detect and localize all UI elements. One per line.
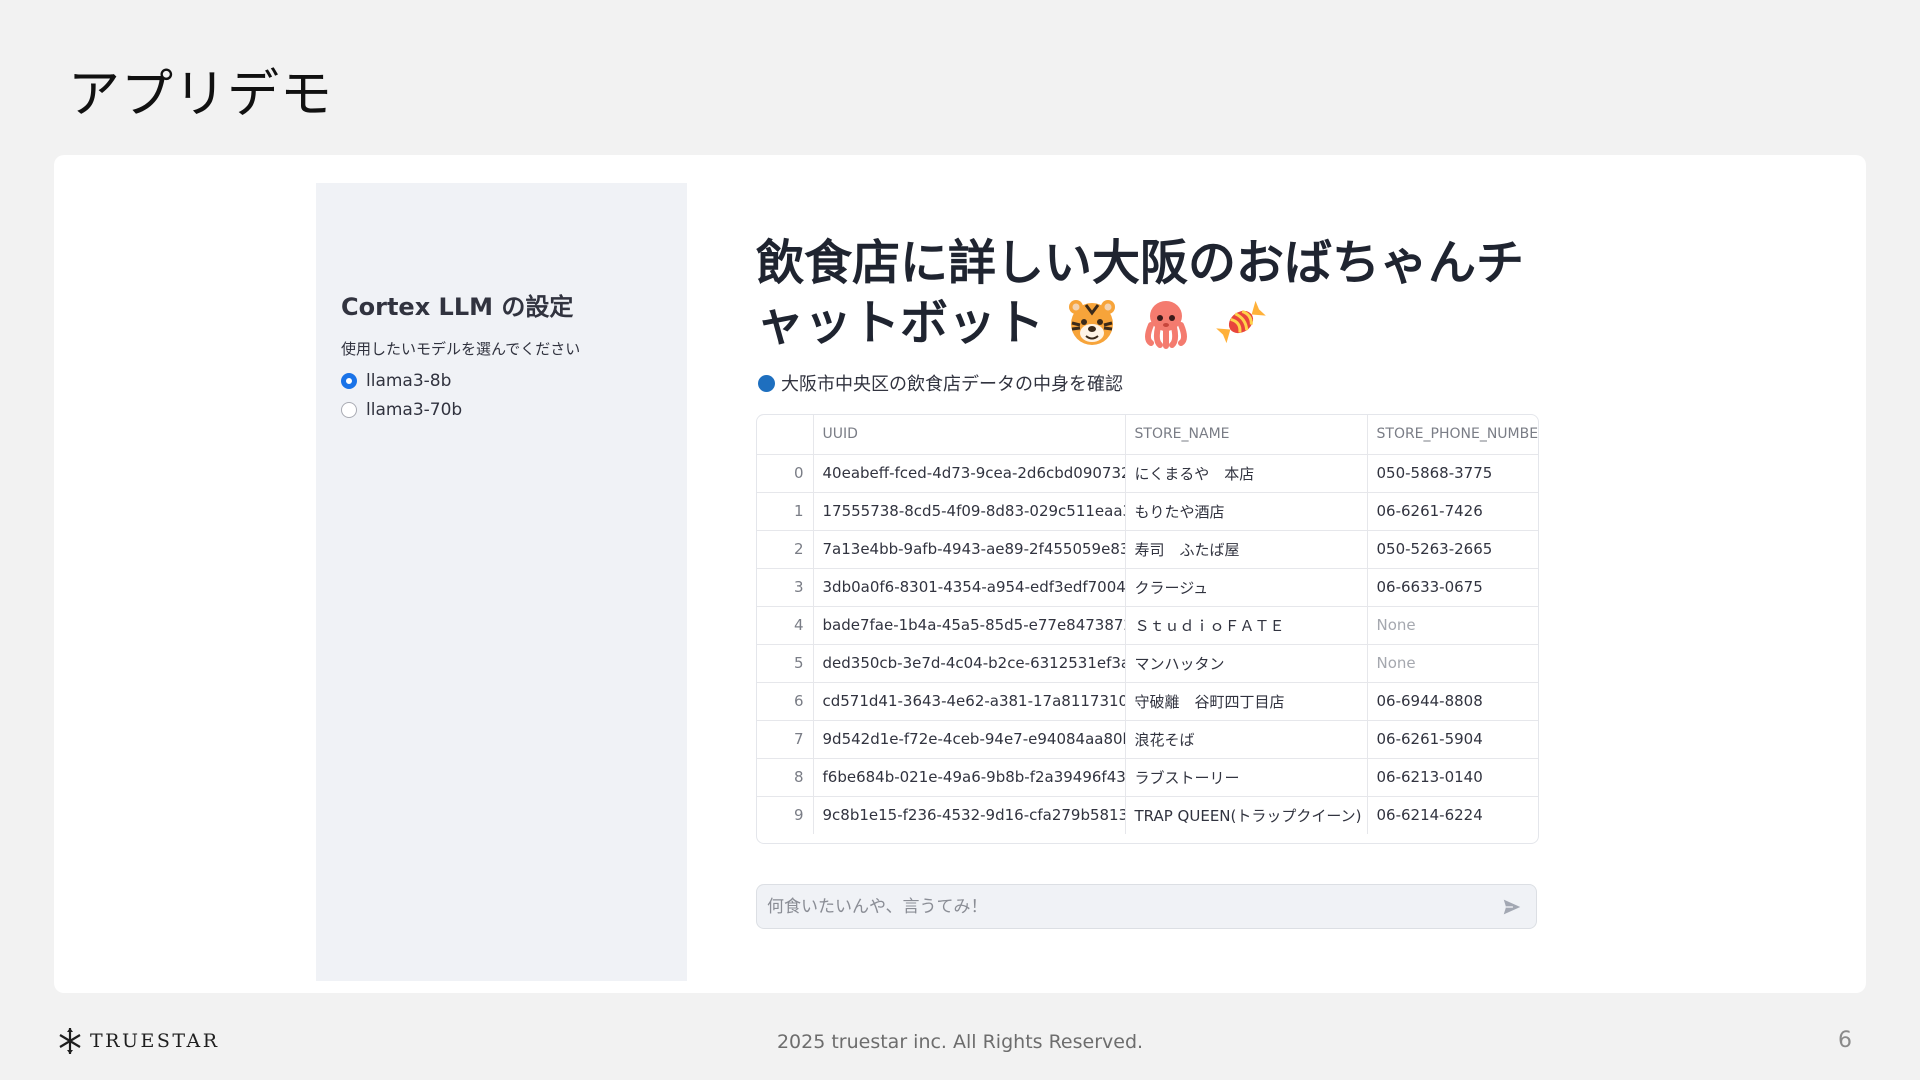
cell-index[interactable]: 1	[757, 492, 814, 531]
octopus-icon	[1145, 301, 1188, 349]
cell-store-name[interactable]: クラージュ	[1125, 568, 1368, 607]
model-select-hint: 使用したいモデルを選んでください	[341, 340, 581, 358]
table-row: 6 cd571d41-3643-4e62-a381-17a811731008 守破離…	[757, 682, 1538, 721]
data-table: UUID STORE_NAME STORE_PHONE_NUMBE 0 40eab…	[757, 415, 1538, 834]
model-option-label: llama3-8b	[366, 371, 452, 391]
cell-index[interactable]: 5	[757, 644, 814, 683]
cell-store-phone[interactable]: 06-6633-0675	[1367, 568, 1538, 607]
model-option-llama3-70b[interactable]: llama3-70b	[341, 400, 462, 420]
cell-store-phone[interactable]: None	[1367, 606, 1538, 645]
store-data-table[interactable]: UUID STORE_NAME STORE_PHONE_NUMBE 0 40eab…	[756, 414, 1539, 844]
cell-store-name[interactable]: マンハッタン	[1125, 644, 1368, 683]
table-body: 0 40eabeff-fced-4d73-9cea-2d6cbd090732 にくま…	[757, 454, 1538, 834]
radio-checked-icon[interactable]	[341, 373, 357, 389]
cell-uuid[interactable]: 7a13e4bb-9afb-4943-ae89-2f455059e833	[813, 530, 1126, 569]
cell-uuid[interactable]: 9c8b1e15-f236-4532-9d16-cfa279b58135	[813, 796, 1126, 834]
cell-store-name[interactable]: もりたや酒店	[1125, 492, 1368, 531]
table-row: 8 f6be684b-021e-49a6-9b8b-f2a39496f43b ラブス…	[757, 758, 1538, 797]
cell-store-phone[interactable]: 06-6213-0140	[1367, 758, 1538, 797]
model-option-label: llama3-70b	[366, 400, 463, 420]
cell-store-phone[interactable]: 06-6214-6224	[1367, 796, 1538, 834]
cell-store-name[interactable]: ラブストーリー	[1125, 758, 1368, 797]
cell-store-phone[interactable]: 06-6261-7426	[1367, 492, 1538, 531]
chat-input-bar[interactable]	[756, 884, 1537, 929]
cell-store-phone[interactable]: 050-5868-3775	[1367, 454, 1538, 493]
chatbot-title-line1: 飲食店に詳しい大阪のおばちゃんチ	[756, 235, 1525, 291]
candy-icon	[1216, 300, 1266, 344]
cell-uuid[interactable]: 17555738-8cd5-4f09-8d83-029c511eaa30	[813, 492, 1126, 531]
radio-unchecked-icon[interactable]	[341, 402, 357, 418]
cell-index[interactable]: 4	[757, 606, 814, 645]
cell-store-name[interactable]: ＳｔｕｄｉｏＦＡＴＥ	[1125, 606, 1368, 645]
cell-index[interactable]: 0	[757, 454, 814, 493]
table-row: 7 9d542d1e-f72e-4ceb-94e7-e94084aa80b2 浪花そ…	[757, 720, 1538, 759]
send-button[interactable]	[1492, 887, 1532, 927]
table-row: 9 9c8b1e15-f236-4532-9d16-cfa279b58135 TRA…	[757, 796, 1538, 834]
tiger-icon	[1068, 300, 1115, 345]
page-number: 6	[1838, 1028, 1852, 1053]
chatbot-title-line2: ャットボット	[756, 295, 1045, 351]
cell-index[interactable]: 7	[757, 720, 814, 759]
cell-uuid[interactable]: cd571d41-3643-4e62-a381-17a811731008	[813, 682, 1126, 721]
column-header-index[interactable]	[757, 415, 814, 455]
cell-uuid[interactable]: 40eabeff-fced-4d73-9cea-2d6cbd090732	[813, 454, 1126, 493]
table-row: 3 3db0a0f6-8301-4354-a954-edf3edf7004e クラー…	[757, 568, 1538, 607]
cell-store-phone[interactable]: 06-6944-8808	[1367, 682, 1538, 721]
cell-uuid[interactable]: 9d542d1e-f72e-4ceb-94e7-e94084aa80b2	[813, 720, 1126, 759]
table-header-row: UUID STORE_NAME STORE_PHONE_NUMBE	[757, 415, 1538, 455]
column-header-uuid[interactable]: UUID	[813, 415, 1126, 455]
cell-index[interactable]: 3	[757, 568, 814, 607]
model-option-llama3-8b[interactable]: llama3-8b	[341, 371, 451, 391]
cell-store-name[interactable]: 浪花そば	[1125, 720, 1368, 759]
cell-index[interactable]: 6	[757, 682, 814, 721]
slide-title: アプリデモ	[68, 65, 334, 125]
sidebar-title: Cortex LLM の設定	[341, 293, 574, 321]
table-row: 2 7a13e4bb-9afb-4943-ae89-2f455059e833 寿司 …	[757, 530, 1538, 569]
cell-store-phone[interactable]: 050-5263-2665	[1367, 530, 1538, 569]
cell-store-phone[interactable]: 06-6261-5904	[1367, 720, 1538, 759]
cell-store-name[interactable]: 寿司 ふたば屋	[1125, 530, 1368, 569]
column-header-store-name[interactable]: STORE_NAME	[1125, 415, 1368, 455]
cell-index[interactable]: 8	[757, 758, 814, 797]
table-row: 4 bade7fae-1b4a-45a5-85d5-e77e8473872a Ｓｔｕ…	[757, 606, 1538, 645]
copyright: 2025 truestar inc. All Rights Reserved.	[776, 1031, 1144, 1053]
cell-uuid[interactable]: ded350cb-3e7d-4c04-b2ce-6312531ef3a4	[813, 644, 1126, 683]
chat-input[interactable]	[757, 895, 1492, 918]
cell-uuid[interactable]: f6be684b-021e-49a6-9b8b-f2a39496f43b	[813, 758, 1126, 797]
cell-store-name[interactable]: にくまるや 本店	[1125, 454, 1368, 493]
column-header-store-phone[interactable]: STORE_PHONE_NUMBE	[1367, 415, 1538, 455]
cell-uuid[interactable]: bade7fae-1b4a-45a5-85d5-e77e8473872a	[813, 606, 1126, 645]
cell-index[interactable]: 9	[757, 796, 814, 834]
cell-store-name[interactable]: 守破離 谷町四丁目店	[1125, 682, 1368, 721]
data-preview-heading-text: 大阪市中央区の飲食店データの中身を確認	[781, 374, 1123, 395]
cell-index[interactable]: 2	[757, 530, 814, 569]
cell-store-name[interactable]: TRAP QUEEN(トラップクイーン)	[1125, 796, 1368, 834]
table-row: 5 ded350cb-3e7d-4c04-b2ce-6312531ef3a4 マンハ…	[757, 644, 1538, 683]
send-icon	[1503, 899, 1521, 914]
chatbot-title: 飲食店に詳しい大阪のおばちゃんチ ャットボット	[756, 233, 1546, 353]
data-preview-heading: 大阪市中央区の飲食店データの中身を確認	[758, 370, 1123, 396]
blue-circle-icon	[758, 374, 775, 392]
table-row: 1 17555738-8cd5-4f09-8d83-029c511eaa30 もりた…	[757, 492, 1538, 531]
cell-store-phone[interactable]: None	[1367, 644, 1538, 683]
cell-uuid[interactable]: 3db0a0f6-8301-4354-a954-edf3edf7004e	[813, 568, 1126, 607]
table-row: 0 40eabeff-fced-4d73-9cea-2d6cbd090732 にくま…	[757, 454, 1538, 493]
